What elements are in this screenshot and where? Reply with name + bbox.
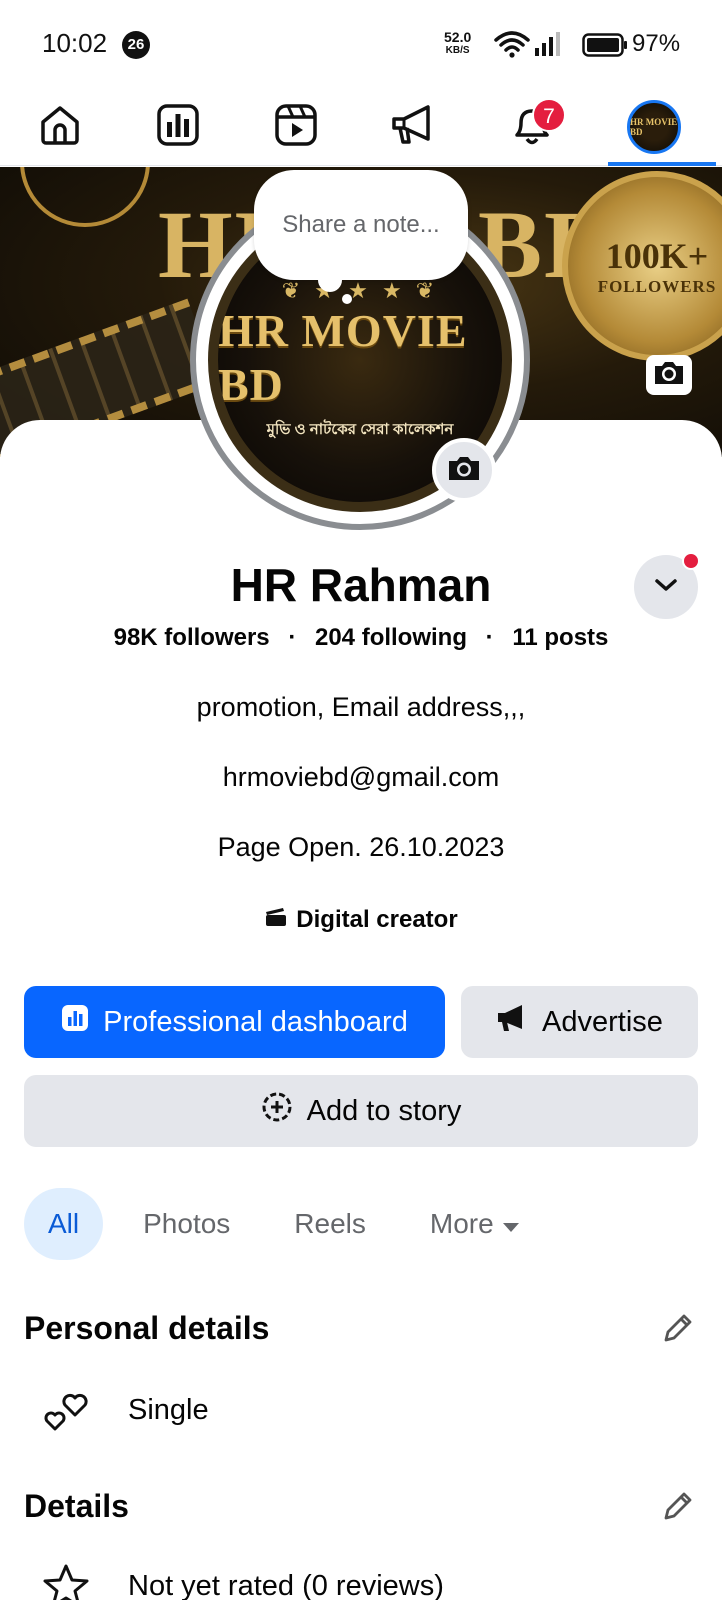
dashboard-icon [155,102,201,153]
advertise-label: Advertise [542,1005,663,1038]
tab-photos-label: Photos [143,1208,231,1239]
network-speed: 52.0 KB/S [444,30,471,58]
edit-details-button[interactable] [658,1488,698,1528]
megaphone-icon [390,102,438,153]
edit-personal-details-button[interactable] [658,1310,698,1350]
network-speed-value: 52.0 [444,29,472,45]
reels-icon [273,102,319,153]
followers-count[interactable]: 98K followers [114,624,270,651]
following-count[interactable]: 204 following [315,624,467,651]
camera-icon [446,453,482,488]
network-speed-unit: KB/S [445,45,470,56]
options-notification-dot [682,552,700,570]
category-label: Digital creator [296,906,458,933]
edit-cover-button[interactable] [646,355,692,395]
medal-count: 100K+ [605,236,709,276]
tab-more[interactable]: More [390,1188,560,1260]
professional-dashboard-button[interactable]: Professional dashboard [24,986,445,1058]
notification-badge: 7 [532,98,566,132]
bio-line: Page Open. 26.10.2023 [217,832,505,862]
tab-reels-label: Reels [294,1208,366,1239]
add-story-icon [261,1091,293,1131]
content-filter-tabs: All Photos Reels More [24,1188,560,1260]
share-note-placeholder: Share a note... [282,211,440,238]
caret-down-icon [502,1208,520,1240]
stats-separator: · [485,624,494,651]
add-to-story-button[interactable]: Add to story [24,1075,698,1147]
cover-decoration [20,167,150,227]
tab-photos[interactable]: Photos [103,1188,270,1260]
dashboard-icon [61,1004,89,1040]
status-bar: 10:02 26 52.0 KB/S 97% [0,0,722,88]
battery-icon [582,33,628,62]
hearts-icon [38,1386,94,1434]
status-notification-count: 26 [122,31,150,59]
add-to-story-label: Add to story [306,1094,462,1127]
nav-dashboard[interactable] [148,98,208,156]
profile-logo-text: HR MOVIE BD [218,304,468,410]
note-bubble-tail-small [342,294,352,304]
avatar-logo-text: HR MOVIE BD [630,117,678,137]
clapperboard-icon [264,906,288,934]
nav-profile[interactable]: HR MOVIE BD [624,98,684,156]
chevron-down-icon [654,577,678,598]
details-title: Details [24,1488,129,1524]
status-time: 10:02 [42,28,108,58]
profile-category: Digital creator [0,906,722,934]
tab-all[interactable]: All [24,1188,104,1260]
relationship-status: Single [128,1393,209,1426]
share-note-bubble[interactable]: Share a note... [254,170,468,280]
profile-stats: 98K followers · 204 following · 11 posts [0,624,722,652]
nav-ads[interactable] [384,98,444,156]
profile-avatar: HR MOVIE BD [627,100,681,154]
bio-line: promotion, Email address,,, [196,692,526,722]
nav-reels[interactable] [266,98,326,156]
megaphone-icon [496,1004,528,1040]
personal-details-title: Personal details [24,1310,270,1346]
relationship-row: Single [38,1386,209,1434]
profile-ornament: ❦ ★ ★ ★ ❦ [281,277,439,303]
star-icon [38,1562,94,1600]
tab-more-label: More [429,1208,494,1239]
bio-line: hrmoviebd@gmail.com [222,762,500,792]
camera-icon [652,359,686,392]
battery-percent: 97% [632,30,681,57]
tab-all-label: All [48,1208,80,1239]
professional-dashboard-label: Professional dashboard [103,1005,408,1038]
active-tab-indicator [608,162,716,166]
tab-reels[interactable]: Reels [270,1188,390,1260]
top-navigation: 7 HR MOVIE BD [0,88,722,166]
profile-logo-tagline: মুভি ও নাটকের সেরা কালেকশন [266,420,454,438]
stats-separator: · [288,624,297,651]
edit-profile-picture-button[interactable] [432,438,496,502]
posts-count[interactable]: 11 posts [512,624,608,651]
nav-home[interactable] [30,98,90,156]
rating-row: Not yet rated (0 reviews) [38,1562,444,1600]
note-bubble-tail [318,268,342,292]
signal-icon [534,31,562,62]
wifi-icon [494,30,530,63]
pencil-icon [661,1489,695,1528]
nav-notifications[interactable]: 7 [502,98,566,156]
home-icon [37,102,83,153]
medal-label: FOLLOWERS [597,277,717,296]
profile-name: HR Rahman [230,559,492,611]
advertise-button[interactable]: Advertise [461,986,698,1058]
pencil-icon [661,1311,695,1350]
rating-text: Not yet rated (0 reviews) [128,1569,444,1600]
